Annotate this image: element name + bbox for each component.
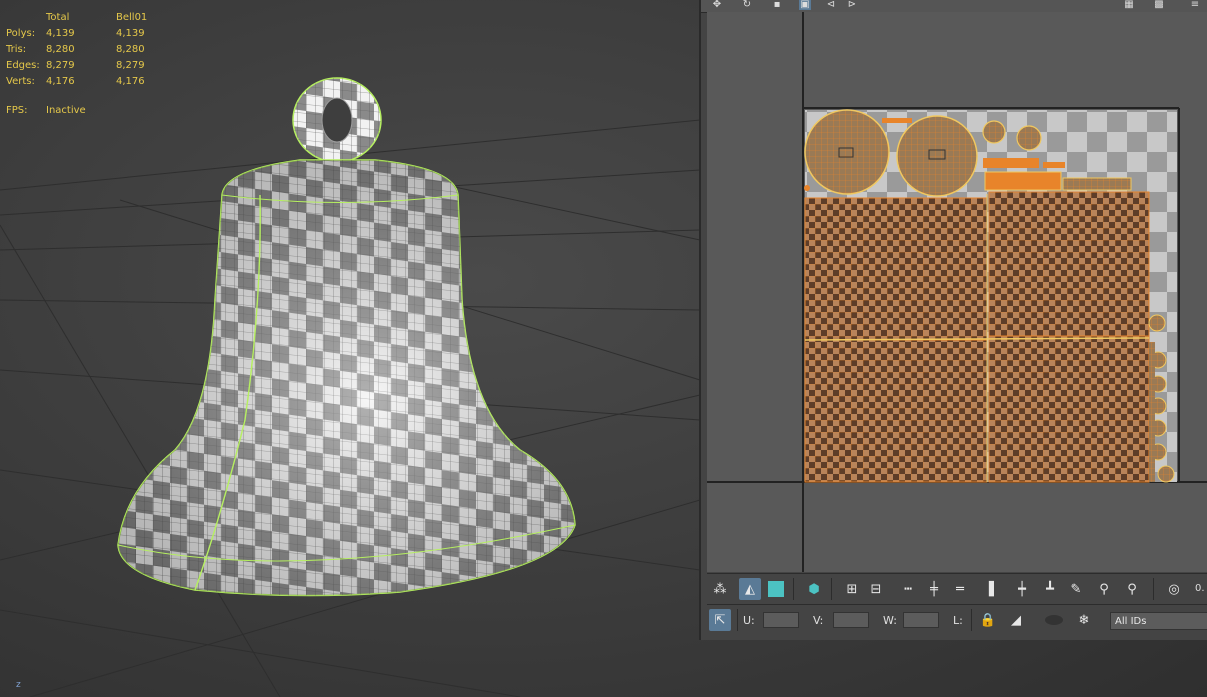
mirror-icon[interactable]: ⊲	[825, 0, 837, 10]
select-poly-icon[interactable]: ◭	[739, 578, 761, 600]
fps-label: FPS:	[6, 105, 28, 116]
shrink-select-icon[interactable]: ⊟	[865, 578, 887, 600]
align-v-icon[interactable]: ▌	[983, 578, 1005, 600]
uv-canvas[interactable]	[707, 12, 1207, 572]
transform-mode-icon[interactable]: ⇱	[709, 609, 731, 631]
visibility-icon[interactable]: ◢	[1005, 609, 1027, 631]
pin-icon[interactable]: ⚲	[1093, 578, 1115, 600]
select-element-icon[interactable]	[765, 578, 787, 600]
stats-total-header: Total	[46, 12, 70, 23]
freeze-icon[interactable]: ❄	[1073, 609, 1095, 631]
loop-icon[interactable]: ┅	[897, 578, 919, 600]
stats-total: 4,176	[46, 76, 75, 87]
stats-label: Tris:	[6, 44, 27, 55]
stats-object: 8,279	[116, 60, 145, 71]
l-label: L:	[953, 614, 963, 627]
id-filter-dropdown[interactable]: All IDs	[1110, 612, 1207, 630]
bell-handle	[292, 77, 382, 163]
bell-mesh[interactable]	[0, 0, 700, 697]
ring-icon[interactable]: ╪	[923, 578, 945, 600]
menu-icon[interactable]: ≡	[1189, 0, 1201, 10]
stats-total: 4,139	[46, 28, 75, 39]
stats-label: Edges:	[6, 60, 40, 71]
v-field[interactable]	[833, 612, 869, 628]
lock-icon[interactable]: 🔒	[977, 609, 999, 631]
rotate-icon[interactable]: ↻	[741, 0, 753, 10]
stats-total: 8,279	[46, 60, 75, 71]
uv-toolbar-transform: ⇱ U: V: W: L: 🔒 ◢ ❄ All IDs	[707, 604, 1207, 637]
grow-select-icon[interactable]: ⊞	[841, 578, 863, 600]
move-icon[interactable]: ✥	[711, 0, 723, 10]
stats-object: 8,280	[116, 44, 145, 55]
scale-icon[interactable]: ▪	[771, 0, 783, 10]
stats-label: Verts:	[6, 76, 35, 87]
hide-icon[interactable]	[1043, 609, 1065, 631]
v-label: V:	[813, 614, 824, 627]
uv-editor-window[interactable]: ✥ ↻ ▪ ▣ ⊲ ⊳ ▦ ▩ ≡ ⁂ ◭ ⬢ ⊞ ⊟ ┅ ╪ ═ ▌ ┿ ┻ …	[699, 0, 1207, 640]
align-h-icon[interactable]: ┻	[1039, 578, 1061, 600]
fps-readout: FPS: Inactive	[6, 105, 86, 116]
u-label: U:	[743, 614, 755, 627]
fps-value: Inactive	[46, 105, 86, 116]
u-field[interactable]	[763, 612, 799, 628]
cube-icon[interactable]: ⬢	[803, 578, 825, 600]
stats-object: 4,176	[116, 76, 145, 87]
uv-toolbar-selection: ⁂ ◭ ⬢ ⊞ ⊟ ┅ ╪ ═ ▌ ┿ ┻ ✎ ⚲ ⚲ ◎ 0.	[707, 573, 1207, 604]
brush-icon[interactable]: ✎	[1065, 578, 1087, 600]
partial-value: 0.	[1195, 583, 1205, 594]
edge-sel-icon[interactable]: ═	[949, 578, 971, 600]
stats-object-header: Bell01	[116, 12, 148, 23]
texture-icon[interactable]: ▩	[1153, 0, 1165, 10]
settings-ring-icon[interactable]: ◎	[1163, 578, 1185, 600]
axis-gizmo-z: z	[16, 680, 21, 690]
uv-layout[interactable]	[707, 12, 1207, 572]
stats-label: Polys:	[6, 28, 36, 39]
stats-object: 4,139	[116, 28, 145, 39]
align-v2-icon[interactable]: ┿	[1011, 578, 1033, 600]
flip-icon[interactable]: ⊳	[846, 0, 858, 10]
checker-icon[interactable]: ▦	[1123, 0, 1135, 10]
stats-total: 8,280	[46, 44, 75, 55]
move-vertex-icon[interactable]: ⁂	[709, 578, 731, 600]
w-field[interactable]	[903, 612, 939, 628]
freeform-icon[interactable]: ▣	[799, 0, 811, 10]
pin2-icon[interactable]: ⚲	[1121, 578, 1143, 600]
w-label: W:	[883, 614, 897, 627]
